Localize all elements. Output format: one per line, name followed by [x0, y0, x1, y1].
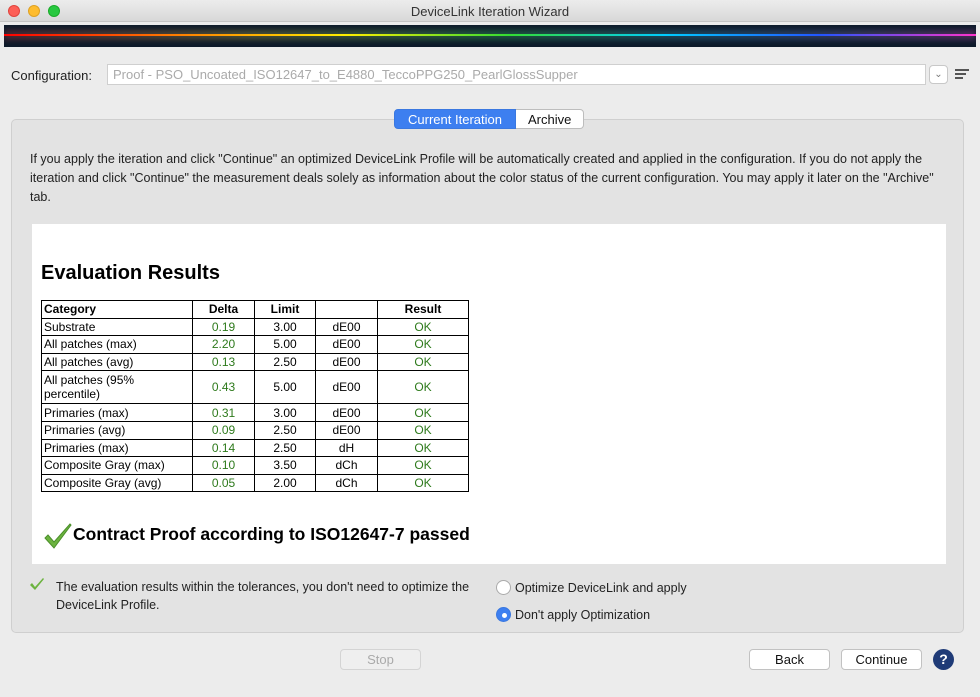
cell-delta: 0.13: [192, 352, 255, 372]
pass-message: Contract Proof according to ISO12647-7 p…: [73, 524, 470, 544]
cell-unit: dCh: [315, 456, 378, 475]
col-unit: [315, 300, 378, 319]
evaluation-table: Category Delta Limit Result Substrate 0.1…: [41, 300, 469, 493]
tab-current-iteration[interactable]: Current Iteration: [394, 109, 516, 129]
table-row: All patches (avg) 0.13 2.50 dE00 OK: [41, 352, 469, 372]
cell-delta: 0.10: [192, 456, 255, 475]
cell-category: Primaries (max): [41, 438, 193, 458]
cell-category: All patches (95% percentile): [41, 370, 193, 405]
cell-category: Primaries (max): [41, 403, 193, 422]
tab-archive[interactable]: Archive: [516, 109, 584, 129]
cell-unit: dE00: [315, 317, 378, 337]
spectrum-banner: [4, 25, 976, 47]
continue-button[interactable]: Continue: [841, 649, 922, 670]
cell-delta: 2.20: [192, 335, 255, 354]
cell-unit: dCh: [315, 473, 378, 493]
cell-limit: 2.50: [254, 352, 316, 372]
cell-unit: dE00: [315, 352, 378, 372]
cell-category: Composite Gray (avg): [41, 473, 193, 493]
optimization-message: The evaluation results within the tolera…: [56, 580, 470, 612]
cell-unit: dE00: [315, 403, 378, 422]
col-category: Category: [41, 300, 193, 319]
table-row: Primaries (avg) 0.09 2.50 dE00 OK: [41, 420, 469, 440]
stop-button[interactable]: Stop: [340, 649, 421, 670]
cell-delta: 0.09: [192, 420, 255, 440]
window-title: DeviceLink Iteration Wizard: [410, 4, 570, 19]
tab-bar: Current Iteration Archive: [394, 109, 584, 129]
evaluation-results-panel: Evaluation Results Category Delta Limit …: [32, 224, 946, 564]
cell-delta: 0.05: [192, 473, 255, 493]
cell-result: OK: [377, 438, 469, 458]
radio-dont-apply-label: Don't apply Optimization: [515, 607, 651, 622]
cell-result: OK: [377, 420, 469, 440]
cell-delta: 0.19: [192, 317, 255, 337]
cell-unit: dE00: [315, 420, 378, 440]
cell-limit: 3.50: [254, 456, 316, 475]
chevron-down-icon[interactable]: ⌄: [929, 65, 948, 84]
radio-button-selected[interactable]: [496, 607, 511, 622]
configuration-select[interactable]: Proof - PSO_Uncoated_ISO12647_to_E4880_T…: [107, 64, 926, 85]
cell-category: Composite Gray (max): [41, 456, 193, 475]
cell-result: OK: [377, 335, 469, 354]
cell-limit: 5.00: [254, 370, 316, 405]
cell-delta: 0.43: [192, 370, 255, 405]
cell-limit: 2.50: [254, 420, 316, 440]
check-icon: [44, 523, 72, 549]
cell-result: OK: [377, 473, 469, 493]
table-row: All patches (max) 2.20 5.00 dE00 OK: [41, 335, 469, 354]
filter-lines-icon[interactable]: [955, 67, 969, 81]
cell-unit: dE00: [315, 335, 378, 354]
radio-button[interactable]: [496, 580, 511, 595]
table-row: Composite Gray (max) 0.10 3.50 dCh OK: [41, 456, 469, 475]
help-icon[interactable]: ?: [933, 649, 954, 670]
radio-optimize-label: Optimize DeviceLink and apply: [515, 580, 687, 595]
col-result: Result: [377, 300, 469, 319]
cell-category: All patches (max): [41, 335, 193, 354]
cell-category: All patches (avg): [41, 352, 193, 372]
configuration-label: Configuration:: [11, 68, 92, 83]
evaluation-title: Evaluation Results: [41, 262, 220, 284]
cell-delta: 0.31: [192, 403, 255, 422]
cell-limit: 3.00: [254, 403, 316, 422]
info-text: If you apply the iteration and click "Co…: [30, 152, 934, 204]
cell-limit: 5.00: [254, 335, 316, 354]
cell-delta: 0.14: [192, 438, 255, 458]
cell-category: Substrate: [41, 317, 193, 337]
cell-limit: 2.50: [254, 438, 316, 458]
radio-dont-apply[interactable]: Don't apply Optimization: [496, 607, 650, 622]
radio-optimize[interactable]: Optimize DeviceLink and apply: [496, 580, 687, 595]
check-icon: [30, 578, 44, 590]
cell-unit: dH: [315, 438, 378, 458]
table-row: Substrate 0.19 3.00 dE00 OK: [41, 317, 469, 337]
table-row: Composite Gray (avg) 0.05 2.00 dCh OK: [41, 473, 469, 493]
table-row: All patches (95% percentile) 0.43 5.00 dE00…: [41, 370, 469, 405]
cell-limit: 2.00: [254, 473, 316, 493]
cell-category: Primaries (avg): [41, 420, 193, 440]
col-delta: Delta: [192, 300, 255, 319]
back-button[interactable]: Back: [749, 649, 830, 670]
cell-result: OK: [377, 352, 469, 372]
cell-limit: 3.00: [254, 317, 316, 337]
col-limit: Limit: [254, 300, 316, 319]
table-row: Primaries (max) 0.31 3.00 dE00 OK: [41, 403, 469, 422]
cell-unit: dE00: [315, 370, 378, 405]
cell-result: OK: [377, 403, 469, 422]
title-bar: DeviceLink Iteration Wizard: [0, 0, 980, 22]
table-row: Primaries (max) 0.14 2.50 dH OK: [41, 438, 469, 458]
cell-result: OK: [377, 317, 469, 337]
cell-result: OK: [377, 456, 469, 475]
cell-result: OK: [377, 370, 469, 405]
